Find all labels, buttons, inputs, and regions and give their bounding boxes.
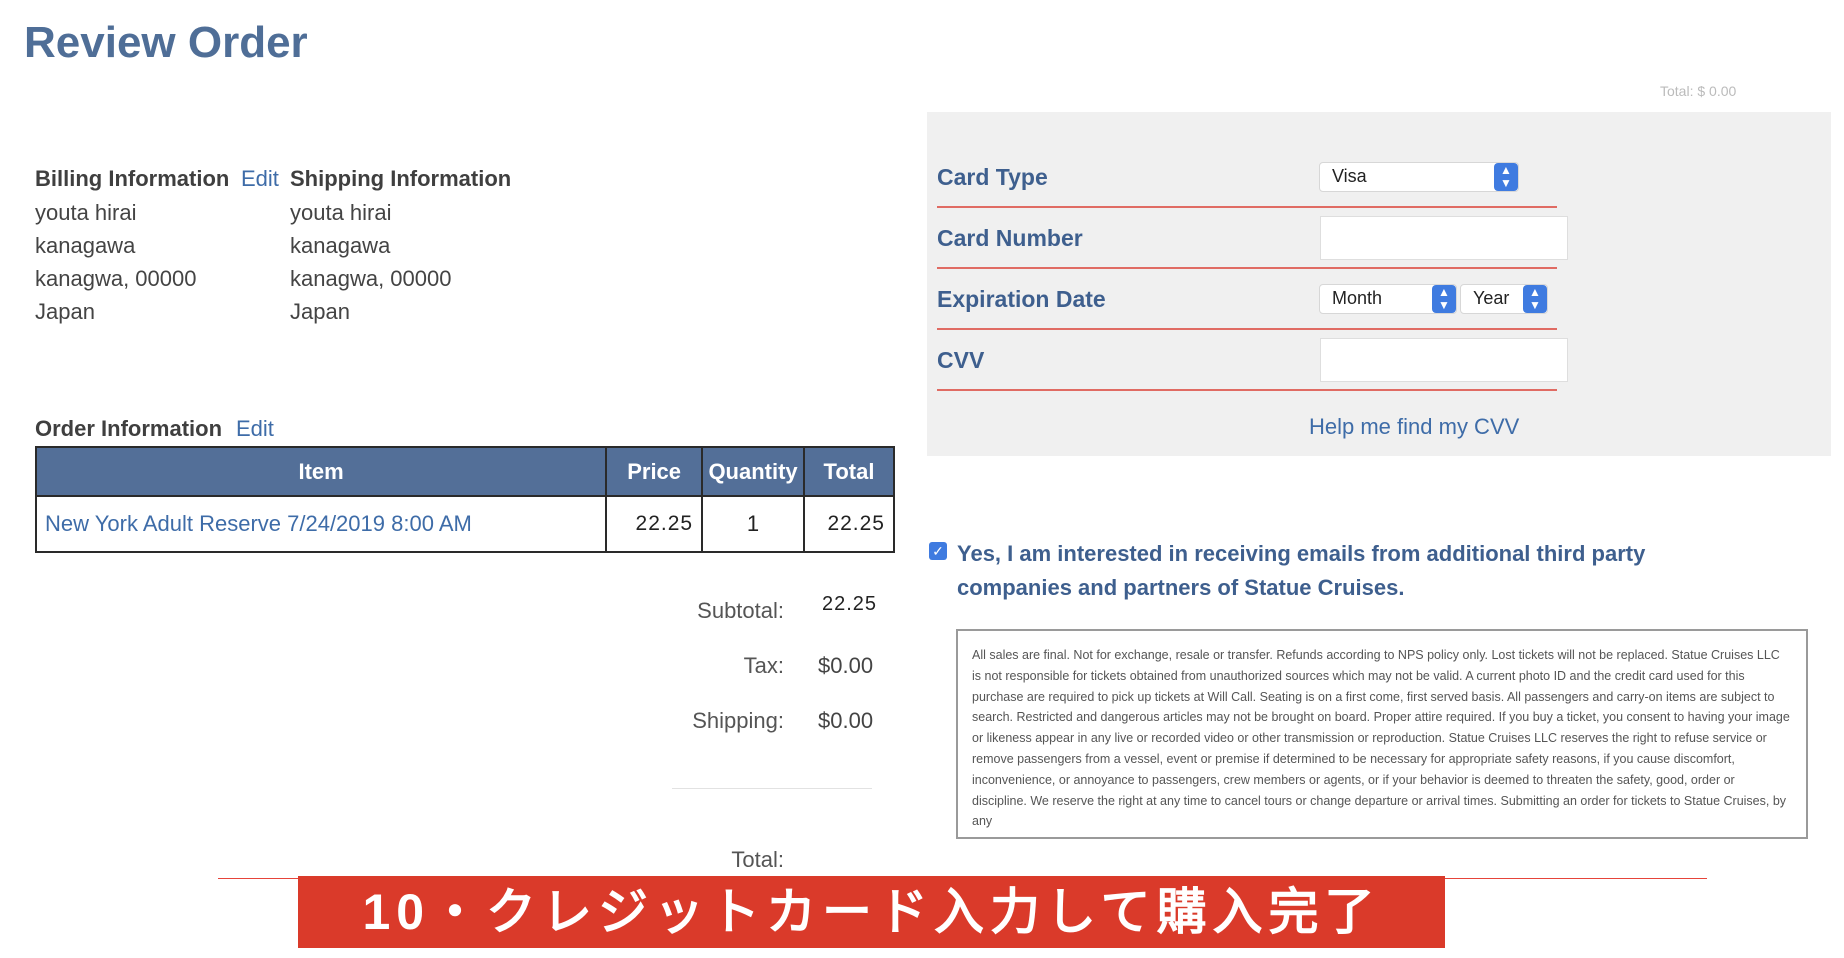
page-title: Review Order — [24, 18, 308, 67]
table-row: New York Adult Reserve 7/24/2019 8:00 AM… — [34, 495, 895, 553]
subtotal-value: 22.25 — [822, 593, 878, 615]
payment-panel: Card Type Visa ▲ ▼ Card Number Expiration… — [927, 112, 1831, 456]
order-table: Item Price Quantity Total New York Adult… — [34, 446, 895, 553]
card-number-input[interactable] — [1320, 216, 1568, 260]
tax-label: Tax: — [743, 653, 784, 678]
chevron-updown-icon: ▲ ▼ — [1523, 285, 1547, 313]
card-type-select[interactable]: Visa ▲ ▼ — [1319, 162, 1519, 192]
shipping-name: youta hirai — [290, 200, 392, 225]
optin-checkbox[interactable]: ✓ — [929, 542, 947, 560]
shipping-value: $0.00 — [818, 708, 874, 733]
billing-info-label: Billing Information — [35, 166, 230, 191]
row-item[interactable]: New York Adult Reserve 7/24/2019 8:00 AM — [34, 495, 608, 553]
shipping-label: Shipping: — [692, 708, 784, 733]
col-price: Price — [605, 446, 704, 497]
year-value: Year — [1473, 288, 1510, 308]
row-price: 22.25 — [605, 495, 704, 553]
subtotal-label: Subtotal: — [697, 598, 784, 623]
col-total: Total — [803, 446, 895, 497]
card-type-label: Card Type — [937, 164, 1048, 190]
optin-label: Yes, I am interested in receiving emails… — [957, 541, 1646, 600]
step-caption-banner: 10・クレジットカード入力して購入完了 — [298, 876, 1445, 948]
shipping-region: kanagwa, 00000 — [290, 266, 452, 291]
shipping-city: kanagawa — [290, 233, 391, 258]
month-select[interactable]: Month ▲ ▼ — [1319, 284, 1457, 314]
row-quantity: 1 — [701, 495, 806, 553]
order-edit-link[interactable]: Edit — [236, 416, 274, 442]
chevron-updown-icon: ▲ ▼ — [1494, 163, 1518, 191]
totals-divider — [672, 788, 872, 789]
year-select[interactable]: Year ▲ ▼ — [1460, 284, 1548, 314]
card-number-label: Card Number — [937, 225, 1083, 251]
tax-value: $0.00 — [818, 653, 874, 678]
card-type-row: Card Type Visa ▲ ▼ — [937, 148, 1557, 208]
order-table-header: Item Price Quantity Total — [34, 446, 895, 497]
banner-rule-left — [218, 878, 300, 879]
billing-edit-link[interactable]: Edit — [241, 166, 279, 192]
billing-address: youta hirai kanagawa kanagwa, 00000 Japa… — [35, 196, 196, 328]
billing-country: Japan — [35, 299, 95, 324]
shipping-country: Japan — [290, 299, 350, 324]
col-item: Item — [34, 446, 608, 497]
cvv-label: CVV — [937, 347, 985, 373]
row-total: 22.25 — [803, 495, 895, 553]
order-info-label: Order Information — [35, 416, 223, 441]
terms-box[interactable]: All sales are final. Not for exchange, r… — [956, 629, 1808, 839]
cvv-row: CVV — [937, 331, 1568, 391]
checkmark-icon: ✓ — [932, 543, 944, 559]
shipping-address: youta hirai kanagawa kanagwa, 00000 Japa… — [290, 196, 451, 328]
faint-total: Total: $ 0.00 — [1660, 83, 1737, 99]
month-value: Month — [1332, 288, 1383, 308]
banner-rule-right — [1445, 878, 1707, 879]
expiration-row: Expiration Date Month ▲ ▼ Year ▲ ▼ — [937, 270, 1557, 330]
billing-city: kanagawa — [35, 233, 136, 258]
cvv-help-link[interactable]: Help me find my CVV — [1309, 414, 1519, 440]
cvv-input[interactable] — [1320, 338, 1568, 382]
shipping-info-label: Shipping Information — [290, 166, 512, 191]
billing-region: kanagwa, 00000 — [35, 266, 197, 291]
expiration-label: Expiration Date — [937, 286, 1106, 312]
col-quantity: Quantity — [701, 446, 806, 497]
card-type-value: Visa — [1332, 166, 1367, 186]
billing-name: youta hirai — [35, 200, 137, 225]
chevron-updown-icon: ▲ ▼ — [1432, 285, 1456, 313]
card-number-row: Card Number — [937, 209, 1568, 269]
total-label: Total: — [731, 847, 784, 872]
